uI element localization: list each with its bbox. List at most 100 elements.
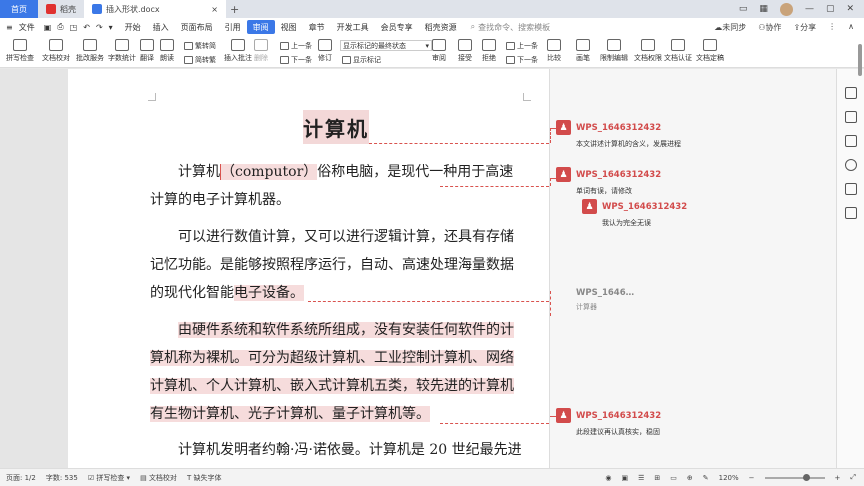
- more-icon[interactable]: ⋮: [828, 22, 836, 33]
- translate-button[interactable]: 翻译: [140, 39, 154, 63]
- comment-2[interactable]: ♟ WPS_1646312432 单词有误，请修改: [556, 167, 661, 196]
- edit-icon[interactable]: [844, 87, 857, 99]
- preview-icon[interactable]: ◳: [67, 23, 81, 32]
- pencil-icon[interactable]: ✎: [703, 474, 709, 482]
- sync-status[interactable]: ☁未同步: [714, 22, 746, 33]
- minimize-icon[interactable]: —: [805, 4, 814, 14]
- limit-edit-button[interactable]: 限制编辑: [600, 39, 628, 63]
- prev-revision-button[interactable]: 上一条: [506, 41, 538, 51]
- read-aloud-button[interactable]: 朗读: [160, 39, 174, 63]
- undo-icon[interactable]: ↶: [80, 23, 93, 32]
- accept-button[interactable]: 接受: [458, 39, 472, 63]
- web-view-icon[interactable]: ⊞: [654, 474, 660, 482]
- doc-permission-button[interactable]: 文档权限: [634, 39, 662, 63]
- doc-final-button[interactable]: 文档定稿: [696, 39, 724, 63]
- highlighted-text[interactable]: 由硬件系统和软件系统所组成，没有安装任何软件的计算机称为裸机。可分为超级计算机、…: [150, 322, 514, 422]
- share-button[interactable]: ⇪分享: [793, 22, 816, 33]
- globe-icon[interactable]: ⊕: [687, 474, 693, 482]
- highlighted-text[interactable]: 电子设备。: [234, 285, 304, 301]
- paragraph-4[interactable]: 计算机发明者约翰·冯·诺依曼。计算机是 20 世纪最先进: [150, 436, 526, 468]
- comment-5[interactable]: ♟ WPS_1646312432 此段建议再认真核实，稳固: [556, 408, 661, 437]
- menu-devtools[interactable]: 开发工具: [331, 20, 375, 34]
- prev-comment-button[interactable]: 上一条: [280, 41, 312, 51]
- avatar[interactable]: [779, 2, 793, 16]
- zoom-out-icon[interactable]: −: [749, 474, 755, 482]
- revise-button[interactable]: 修订: [318, 39, 332, 63]
- command-search[interactable]: ⌕ 查找命令、搜索模板: [471, 22, 550, 33]
- save-icon[interactable]: ▣: [41, 23, 55, 32]
- menu-member[interactable]: 会员专享: [375, 20, 419, 34]
- page-view-icon[interactable]: ▣: [621, 474, 628, 482]
- menu-start[interactable]: 开始: [119, 20, 147, 34]
- page-indicator[interactable]: 页面: 1/2: [6, 473, 36, 483]
- fit-icon[interactable]: ⤢: [850, 473, 856, 482]
- simp-to-trad-button[interactable]: 简转繁: [184, 55, 216, 65]
- compare-button[interactable]: 比较: [547, 39, 561, 63]
- label: 文档定稿: [696, 54, 724, 62]
- close-icon[interactable]: ×: [211, 5, 218, 14]
- settings-icon[interactable]: [844, 135, 857, 147]
- new-tab-button[interactable]: +: [230, 3, 239, 16]
- scrollbar[interactable]: [858, 44, 862, 76]
- menu-layout[interactable]: 页面布局: [175, 20, 219, 34]
- word-count-button[interactable]: 字数统计: [108, 39, 136, 63]
- show-marks-button[interactable]: 显示标记: [342, 55, 381, 65]
- comment-1[interactable]: ♟ WPS_1646312432 本文讲述计算机的含义，发展进程: [556, 120, 681, 149]
- menu-review[interactable]: 审阅: [246, 20, 275, 34]
- tab-document[interactable]: 插入形状.docx ×: [84, 0, 226, 18]
- menu-section[interactable]: 章节: [303, 20, 331, 34]
- spellcheck-toggle[interactable]: ☑ 拼写检查 ▾: [88, 473, 130, 483]
- home-tab[interactable]: 首页: [0, 0, 38, 18]
- next-comment-button[interactable]: 下一条: [280, 55, 312, 65]
- tab-daoke[interactable]: 稻壳: [38, 0, 84, 18]
- review-button[interactable]: 审阅: [432, 39, 446, 63]
- trad-to-simp-button[interactable]: 繁转简: [184, 41, 216, 51]
- redo-icon[interactable]: ↷: [93, 23, 106, 32]
- close-window-icon[interactable]: ✕: [846, 4, 854, 14]
- doc-proof-button[interactable]: 文档校对: [42, 39, 70, 63]
- delete-comment-button[interactable]: 删除: [254, 39, 268, 63]
- doc-cert-button[interactable]: 文档认证: [664, 39, 692, 63]
- customize-icon[interactable]: ▾: [106, 23, 119, 32]
- comment-reply[interactable]: ♟ WPS_1646312432 我认为完全无误: [582, 199, 687, 228]
- list-view-icon[interactable]: ☰: [638, 474, 644, 482]
- comment-collapsed[interactable]: WPS_1646… 计算器: [576, 288, 634, 312]
- zoom-in-icon[interactable]: +: [835, 474, 841, 482]
- hamburger-icon[interactable]: ≡: [6, 23, 13, 32]
- maximize-icon[interactable]: ▢: [826, 4, 835, 14]
- zoom-level[interactable]: 120%: [719, 474, 739, 482]
- paragraph-3[interactable]: 由硬件系统和软件系统所组成，没有安装任何软件的计算机称为裸机。可分为超级计算机、…: [150, 316, 526, 428]
- location-icon[interactable]: [844, 207, 857, 219]
- collab-button[interactable]: ⚇协作: [758, 22, 781, 33]
- label: 文档校对: [148, 473, 177, 482]
- insert-comment-button[interactable]: 插入批注: [224, 39, 252, 63]
- brush-button[interactable]: 画笔: [576, 39, 590, 63]
- zoom-slider[interactable]: [764, 473, 825, 481]
- zoom-slider-knob[interactable]: [802, 473, 810, 481]
- menu-view[interactable]: 视图: [275, 20, 303, 34]
- menu-daoke[interactable]: 稻壳资源: [419, 20, 463, 34]
- print-icon[interactable]: ⎙: [54, 22, 66, 32]
- batch-service-button[interactable]: 批改服务: [76, 39, 104, 63]
- cursor-icon[interactable]: [844, 111, 857, 123]
- spellcheck-button[interactable]: 拼写检查: [6, 39, 34, 63]
- menu-insert[interactable]: 插入: [147, 20, 175, 34]
- next-revision-button[interactable]: 下一条: [506, 55, 538, 65]
- paragraph-2[interactable]: 可以进行数值计算，又可以进行逻辑计算，还具有存储记忆功能。是能够按照程序运行，自…: [150, 223, 526, 307]
- missing-font-button[interactable]: T 缺失字体: [187, 473, 222, 483]
- markup-state-dropdown[interactable]: 显示标记的最终状态 ▾: [340, 40, 432, 51]
- highlighted-text[interactable]: （computor）: [220, 164, 318, 180]
- menu-reference[interactable]: 引用: [219, 20, 247, 34]
- grid-icon[interactable]: ▦: [759, 4, 768, 14]
- read-mode-icon[interactable]: ▭: [670, 474, 677, 482]
- share-icon[interactable]: [844, 183, 857, 195]
- menu-file[interactable]: 文件: [13, 20, 41, 34]
- help-icon[interactable]: [844, 159, 857, 171]
- document-title[interactable]: 计算机: [303, 110, 369, 144]
- eye-icon[interactable]: ◉: [605, 474, 611, 482]
- proof-toggle[interactable]: ▤ 文档校对: [140, 473, 177, 483]
- collapse-icon[interactable]: ∧: [848, 22, 854, 33]
- word-count[interactable]: 字数: 535: [46, 473, 78, 483]
- layout-icon[interactable]: ▭: [739, 4, 748, 14]
- reject-button[interactable]: 拒绝: [482, 39, 496, 63]
